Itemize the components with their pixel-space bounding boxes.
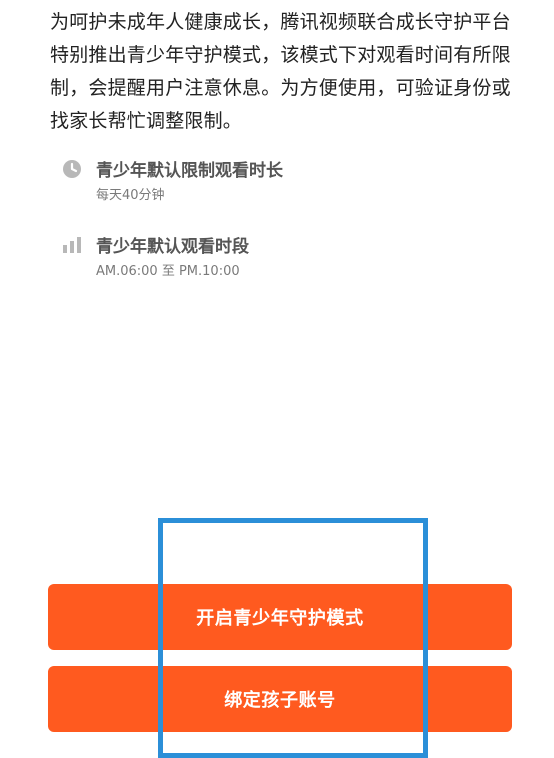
bind-child-account-button[interactable]: 绑定孩子账号: [48, 666, 512, 732]
info-item-subtitle: AM.06:00 至 PM.10:00: [96, 264, 240, 279]
clock-icon: [62, 159, 82, 179]
info-item-title: 青少年默认观看时段: [96, 237, 249, 257]
bar-chart-icon: [62, 235, 82, 255]
info-item-title: 青少年默认限制观看时长: [96, 161, 283, 181]
enable-teen-mode-button[interactable]: 开启青少年守护模式: [48, 584, 512, 650]
info-item-subtitle: 每天40分钟: [96, 188, 165, 203]
intro-text: 为呵护未成年人健康成长，腾讯视频联合成长守护平台特别推出青少年守护模式，该模式下…: [50, 11, 511, 132]
